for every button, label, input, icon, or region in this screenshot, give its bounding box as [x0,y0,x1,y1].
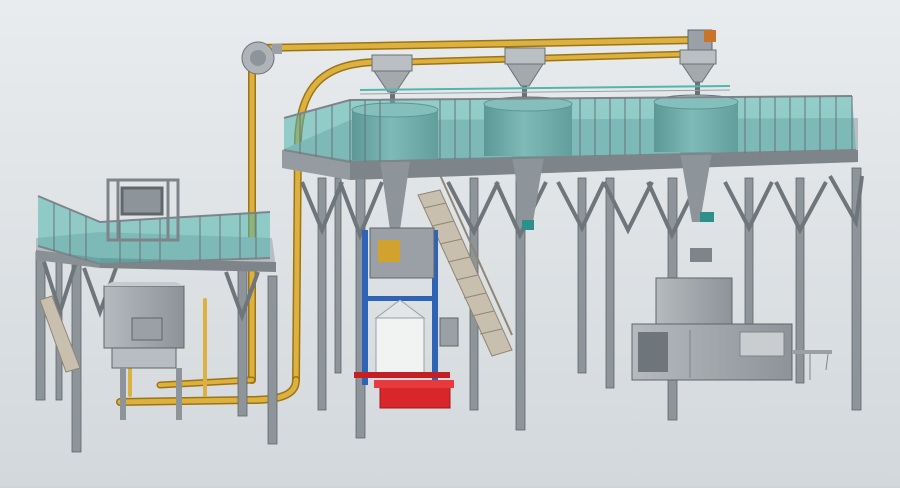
bulk-handling-plant-render [0,0,900,488]
filter-receiver-unit [687,29,716,51]
main-platform-railing [283,95,857,164]
plant-scene [0,0,900,488]
